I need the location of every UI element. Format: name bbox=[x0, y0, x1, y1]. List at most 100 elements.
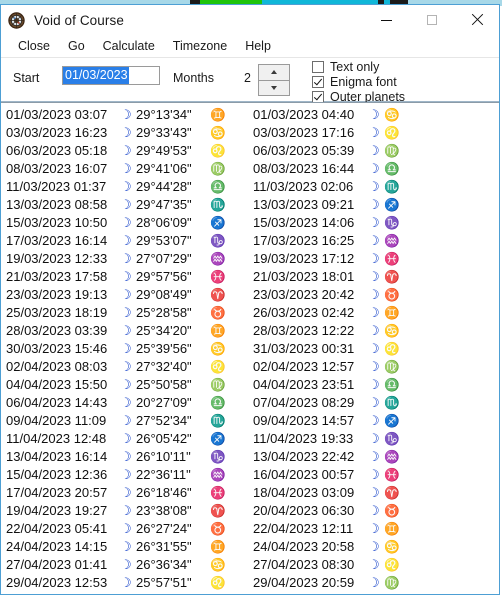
cell-datetime: 06/04/2023 14:43 bbox=[6, 395, 108, 410]
table-row[interactable]: 13/03/2023 08:58 ☽ 29°47'35" ♏ bbox=[1, 196, 249, 214]
cell-degree: 22°36'11" bbox=[136, 467, 191, 482]
enigma-font-checkbox[interactable] bbox=[312, 76, 324, 88]
table-row[interactable]: 24/04/2023 14:15 ☽ 26°31'55" ♊ bbox=[1, 538, 249, 556]
menu-item-timezone[interactable]: Timezone bbox=[164, 38, 236, 55]
table-row[interactable]: 27/04/2023 08:30 ☽ ♌ bbox=[249, 556, 499, 574]
zodiac-capricorn-icon: ♑ bbox=[210, 234, 226, 248]
table-row[interactable]: 19/04/2023 19:27 ☽ 23°38'08" ♈ bbox=[1, 502, 249, 520]
table-row[interactable]: 11/03/2023 02:06 ☽ ♏ bbox=[249, 178, 499, 196]
table-row[interactable]: 11/04/2023 19:33 ☽ ♑ bbox=[249, 430, 499, 448]
start-date-input[interactable]: 01/03/2023 bbox=[62, 66, 160, 85]
cell-degree: 28°06'09" bbox=[136, 215, 192, 230]
window-title: Void of Course bbox=[34, 12, 124, 28]
table-row[interactable]: 23/03/2023 20:42 ☽ ♉ bbox=[249, 286, 499, 304]
table-row[interactable]: 15/04/2023 12:36 ☽ 22°36'11" ♒ bbox=[1, 466, 249, 484]
table-row[interactable]: 31/03/2023 00:31 ☽ ♌ bbox=[249, 340, 499, 358]
moon-icon: ☽ bbox=[120, 377, 132, 392]
table-row[interactable]: 09/04/2023 11:09 ☽ 27°52'34" ♏ bbox=[1, 412, 249, 430]
moon-icon: ☽ bbox=[120, 197, 132, 212]
cell-datetime: 11/04/2023 19:33 bbox=[253, 431, 354, 446]
table-row[interactable]: 17/03/2023 16:14 ☽ 29°53'07" ♑ bbox=[1, 232, 249, 250]
table-row[interactable]: 21/03/2023 17:58 ☽ 29°57'56" ♓ bbox=[1, 268, 249, 286]
table-row[interactable]: 09/04/2023 14:57 ☽ ♐ bbox=[249, 412, 499, 430]
table-row[interactable]: 23/03/2023 19:13 ☽ 29°08'49" ♈ bbox=[1, 286, 249, 304]
table-row[interactable]: 08/03/2023 16:07 ☽ 29°41'06" ♍ bbox=[1, 160, 249, 178]
table-row[interactable]: 11/03/2023 01:37 ☽ 29°44'28" ♎ bbox=[1, 178, 249, 196]
table-row[interactable]: 16/04/2023 00:57 ☽ ♓ bbox=[249, 466, 499, 484]
table-row[interactable]: 06/04/2023 14:43 ☽ 20°27'09" ♎ bbox=[1, 394, 249, 412]
table-row[interactable]: 06/03/2023 05:39 ☽ ♍ bbox=[249, 142, 499, 160]
table-row[interactable]: 04/04/2023 15:50 ☽ 25°50'58" ♍ bbox=[1, 376, 249, 394]
table-row[interactable]: 15/03/2023 14:06 ☽ ♑ bbox=[249, 214, 499, 232]
menu-item-calculate[interactable]: Calculate bbox=[94, 38, 164, 55]
checkbox-row-enigma-font[interactable]: Enigma font bbox=[312, 75, 405, 89]
zodiac-virgo-icon: ♍ bbox=[210, 162, 226, 176]
checkbox-row-text-only[interactable]: Text only bbox=[312, 60, 405, 74]
zodiac-scorpio-icon: ♏ bbox=[384, 396, 400, 410]
table-row[interactable]: 01/03/2023 03:07 ☽ 29°13'34" ♊ bbox=[1, 106, 249, 124]
cell-datetime: 19/03/2023 12:33 bbox=[6, 251, 108, 266]
table-row[interactable]: 21/03/2023 18:01 ☽ ♈ bbox=[249, 268, 499, 286]
table-row[interactable]: 06/03/2023 05:18 ☽ 29°49'53" ♌ bbox=[1, 142, 249, 160]
table-row[interactable]: 28/03/2023 03:39 ☽ 25°34'20" ♊ bbox=[1, 322, 249, 340]
table-row[interactable]: 29/04/2023 20:59 ☽ ♍ bbox=[249, 574, 499, 592]
title-bar[interactable]: Void of Course bbox=[1, 5, 499, 35]
cell-datetime: 23/03/2023 19:13 bbox=[6, 287, 108, 302]
table-row[interactable]: 30/03/2023 15:46 ☽ 25°39'56" ♋ bbox=[1, 340, 249, 358]
table-row[interactable]: 29/04/2023 12:53 ☽ 25°57'51" ♌ bbox=[1, 574, 249, 592]
table-row[interactable]: 24/04/2023 20:58 ☽ ♋ bbox=[249, 538, 499, 556]
zodiac-capricorn-icon: ♑ bbox=[384, 432, 400, 446]
table-row[interactable]: 13/04/2023 22:42 ☽ ♒ bbox=[249, 448, 499, 466]
table-row[interactable]: 22/04/2023 05:41 ☽ 26°27'24" ♉ bbox=[1, 520, 249, 538]
months-stepper[interactable] bbox=[258, 64, 290, 96]
zodiac-aries-icon: ♈ bbox=[210, 288, 226, 302]
close-button[interactable] bbox=[454, 5, 499, 35]
table-row[interactable]: 02/04/2023 08:03 ☽ 27°32'40" ♌ bbox=[1, 358, 249, 376]
table-row[interactable]: 26/03/2023 02:42 ☽ ♊ bbox=[249, 304, 499, 322]
text-only-checkbox[interactable] bbox=[312, 61, 324, 73]
table-row[interactable]: 04/04/2023 23:51 ☽ ♎ bbox=[249, 376, 499, 394]
cell-datetime: 15/03/2023 14:06 bbox=[253, 215, 355, 230]
table-row[interactable]: 19/03/2023 12:33 ☽ 27°07'29" ♒ bbox=[1, 250, 249, 268]
cell-degree: 29°57'56" bbox=[136, 269, 192, 284]
menu-item-help[interactable]: Help bbox=[236, 38, 280, 55]
zodiac-sagittarius-icon: ♐ bbox=[210, 216, 226, 230]
table-row[interactable]: 19/03/2023 17:12 ☽ ♓ bbox=[249, 250, 499, 268]
minimize-button[interactable] bbox=[364, 5, 409, 35]
table-row[interactable]: 28/03/2023 12:22 ☽ ♋ bbox=[249, 322, 499, 340]
results-list[interactable]: 01/03/2023 03:07 ☽ 29°13'34" ♊ 03/03/2023 16… bbox=[1, 102, 499, 594]
chevron-up-icon bbox=[271, 70, 277, 75]
table-row[interactable]: 18/04/2023 03:09 ☽ ♈ bbox=[249, 484, 499, 502]
table-row[interactable]: 25/03/2023 18:19 ☽ 25°28'58" ♉ bbox=[1, 304, 249, 322]
table-row[interactable]: 03/03/2023 17:16 ☽ ♌ bbox=[249, 124, 499, 142]
cell-datetime: 20/04/2023 06:30 bbox=[253, 503, 355, 518]
table-row[interactable]: 17/03/2023 16:25 ☽ ♒ bbox=[249, 232, 499, 250]
maximize-button[interactable] bbox=[409, 5, 454, 35]
table-row[interactable]: 01/03/2023 04:40 ☽ ♋ bbox=[249, 106, 499, 124]
table-row[interactable]: 02/04/2023 12:57 ☽ ♍ bbox=[249, 358, 499, 376]
cell-datetime: 31/03/2023 00:31 bbox=[253, 341, 355, 356]
table-row[interactable]: 03/03/2023 16:23 ☽ 29°33'43" ♋ bbox=[1, 124, 249, 142]
table-row[interactable]: 08/03/2023 16:44 ☽ ♎ bbox=[249, 160, 499, 178]
table-row[interactable]: 11/04/2023 12:48 ☽ 26°05'42" ♐ bbox=[1, 430, 249, 448]
controls-bar: Start 01/03/2023 Months 2 Text only Enig… bbox=[1, 58, 499, 104]
table-row[interactable]: 13/03/2023 09:21 ☽ ♐ bbox=[249, 196, 499, 214]
table-row[interactable]: 13/04/2023 16:14 ☽ 26°10'11" ♑ bbox=[1, 448, 249, 466]
cell-datetime: 13/03/2023 08:58 bbox=[6, 197, 108, 212]
zodiac-taurus-icon: ♉ bbox=[384, 288, 400, 302]
table-row[interactable]: 22/04/2023 12:11 ☽ ♊ bbox=[249, 520, 499, 538]
cell-degree: 29°08'49" bbox=[136, 287, 192, 302]
menu-item-go[interactable]: Go bbox=[59, 38, 94, 55]
table-row[interactable]: 17/04/2023 20:57 ☽ 26°18'46" ♓ bbox=[1, 484, 249, 502]
cell-datetime: 25/03/2023 18:19 bbox=[6, 305, 108, 320]
table-row[interactable]: 07/04/2023 08:29 ☽ ♏ bbox=[249, 394, 499, 412]
table-row[interactable]: 27/04/2023 01:41 ☽ 26°36'34" ♋ bbox=[1, 556, 249, 574]
cell-datetime: 17/03/2023 16:25 bbox=[253, 233, 355, 248]
table-row[interactable]: 20/04/2023 06:30 ☽ ♉ bbox=[249, 502, 499, 520]
months-increment-button[interactable] bbox=[258, 64, 290, 81]
months-decrement-button[interactable] bbox=[258, 80, 290, 96]
cell-datetime: 15/03/2023 10:50 bbox=[6, 215, 108, 230]
cell-datetime: 03/03/2023 16:23 bbox=[6, 125, 108, 140]
table-row[interactable]: 15/03/2023 10:50 ☽ 28°06'09" ♐ bbox=[1, 214, 249, 232]
menu-item-close[interactable]: Close bbox=[9, 38, 59, 55]
